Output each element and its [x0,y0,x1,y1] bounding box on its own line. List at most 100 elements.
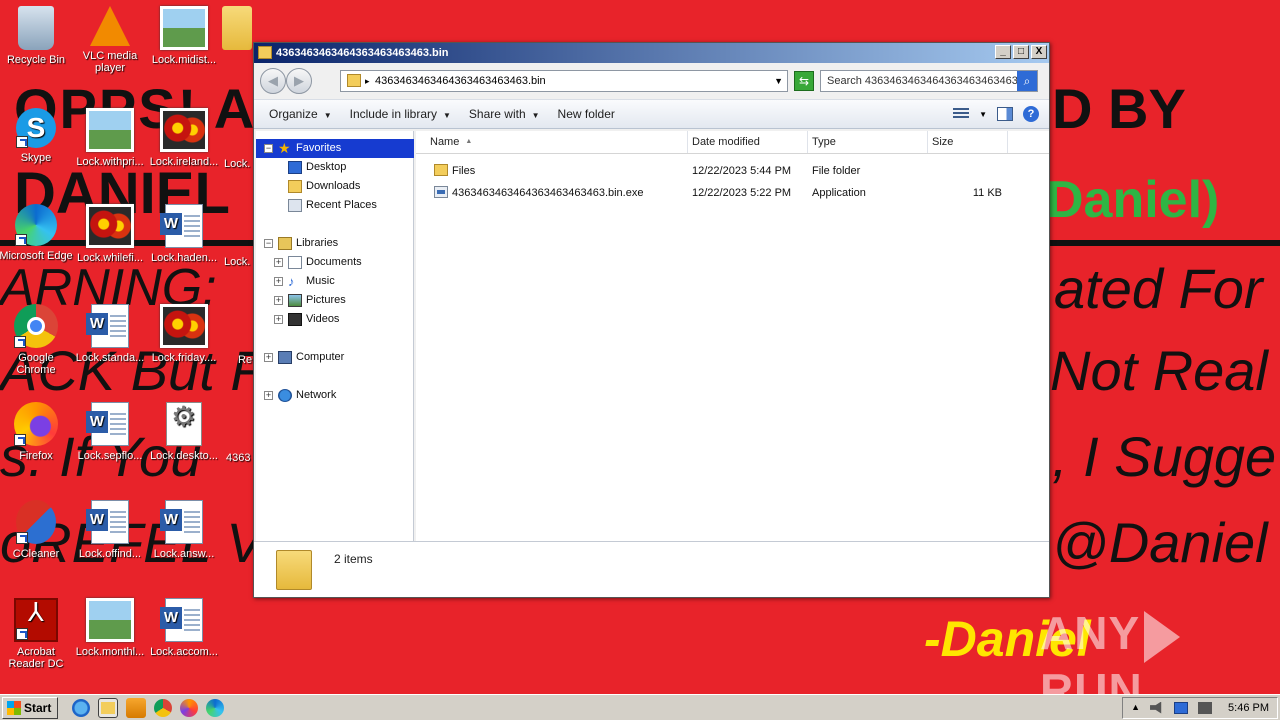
tree-label: Libraries [296,237,339,249]
desktop-icon-file[interactable]: Lock.haden... [146,204,222,264]
tree-item-computer[interactable]: + Computer [256,348,414,367]
window-body: − ★ Favorites Desktop Downloads Recent P… [254,131,1049,545]
desktop-icon-file[interactable]: Lock.deskto... [146,402,222,462]
file-row[interactable]: Files 12/22/2023 5:44 PM File folder [416,160,1049,182]
shortcut-arrow-icon [16,628,28,640]
desktop-icon-chrome[interactable]: Google Chrome [0,304,74,376]
tree-item-network[interactable]: + Network [256,386,414,405]
column-header-type[interactable]: Type [808,131,928,153]
desktop-icon-partial[interactable]: 4363 [226,452,254,464]
column-header-name[interactable]: Name ▲ [416,131,688,153]
desktop-icon-label: Lock.monthl... [75,646,145,658]
tree-item-music[interactable]: + ♪ Music [256,272,414,291]
tree-item-desktop[interactable]: Desktop [256,158,414,177]
desktop-icon-file[interactable]: Lock.offind... [72,500,148,560]
desktop-icon-partial[interactable]: Re [238,354,254,366]
chrome-icon [14,304,58,348]
expand-icon[interactable]: + [274,296,283,305]
search-icon[interactable]: ⌕ [1017,71,1037,91]
tree-item-documents[interactable]: + Documents [256,253,414,272]
tree-label: Desktop [306,161,347,173]
address-bar[interactable]: ▸ 4363463463464363463463463.bin ▼ [340,70,788,92]
desktop-icon-ccleaner[interactable]: CCleaner [0,500,74,560]
media-player-icon[interactable] [126,697,147,718]
file-type: Application [812,187,866,199]
volume-icon[interactable] [1150,701,1162,714]
desktop-icon-acrobat[interactable]: Acrobat Reader DC [0,598,74,670]
clock[interactable]: 5:46 PM [1228,702,1269,714]
expand-icon[interactable]: + [274,277,283,286]
desktop-icon-label: Lock.whilefi... [76,252,144,264]
forward-button[interactable]: ▶ [286,68,312,94]
taskbar: Start ▲ 5:46 PM [0,694,1280,720]
desktop-icon-file[interactable]: Lock.ireland... [146,108,222,168]
firefox-icon[interactable] [180,698,199,717]
collapse-icon[interactable]: − [264,239,273,248]
column-header-size[interactable]: Size [928,131,1008,153]
desktop-icon-file[interactable]: Lock.answ... [146,500,222,560]
desktop-icon-file[interactable]: Lock.withpri... [72,108,148,168]
network-status-icon[interactable] [1174,701,1189,714]
desktop-icon-file[interactable]: Lock.whilefi... [72,204,148,264]
share-with-button[interactable]: Share with ▼ [460,107,549,121]
file-name: Files [452,165,476,177]
desktop-icon-file[interactable]: Lock.friday.... [146,304,222,364]
tree-item-pictures[interactable]: + Pictures [256,291,414,310]
column-label: Name [430,136,460,148]
desktop-icon-partial[interactable]: Lock. [224,158,254,170]
new-folder-button[interactable]: New folder [549,107,624,121]
system-tray: ▲ 5:46 PM [1122,696,1278,719]
taskbar-explorer-button[interactable] [98,697,119,718]
desktop-icon-label: Lock.sepflo... [77,450,143,462]
tree-item-recent-places[interactable]: Recent Places [256,196,414,215]
desktop-icon-partial[interactable]: Lock. [224,256,254,268]
expand-icon[interactable]: + [274,315,283,324]
window-titlebar[interactable]: 4363463463464363463463463.bin _ □ X [254,43,1049,63]
edge-icon[interactable] [206,698,225,717]
tree-item-favorites[interactable]: − ★ Favorites [256,139,414,158]
expand-icon[interactable]: + [274,258,283,267]
desktop-icon-file[interactable]: Lock.accom... [146,598,222,658]
action-center-icon[interactable] [1198,701,1213,714]
internet-explorer-icon[interactable] [72,698,91,717]
include-in-library-button[interactable]: Include in library ▼ [341,107,460,121]
image-file-icon [160,304,208,348]
tree-item-downloads[interactable]: Downloads [256,177,414,196]
refresh-button[interactable]: ⇆ [794,71,814,91]
search-input[interactable]: Search 4363463463464363463463463... ⌕ [820,70,1038,92]
organize-button[interactable]: Organize ▼ [260,107,341,121]
chevron-up-icon[interactable]: ▲ [1131,702,1140,714]
close-button[interactable]: X [1031,45,1047,59]
desktop-icon-file[interactable]: Lock.standa... [72,304,148,364]
acrobat-icon [14,598,58,642]
desktop-icon-skype[interactable]: S Skype [0,108,74,164]
maximize-button[interactable]: □ [1013,45,1029,59]
collapse-icon[interactable]: − [264,144,273,153]
desktop-icon-folder-partial[interactable] [220,6,254,54]
tree-item-libraries[interactable]: − Libraries [256,234,414,253]
desktop-icon-file[interactable]: Lock.sepflo... [72,402,148,462]
tree-item-videos[interactable]: + Videos [256,310,414,329]
desktop-icon-file[interactable]: Lock.midist... [146,6,222,66]
start-button[interactable]: Start [2,696,59,719]
desktop-icon-recycle-bin[interactable]: Recycle Bin [0,6,74,66]
star-icon: ★ [278,140,291,156]
desktop-icon [288,161,302,174]
change-view-icon[interactable] [953,108,970,120]
help-icon[interactable]: ? [1023,106,1039,122]
minimize-button[interactable]: _ [995,45,1011,59]
expand-icon[interactable]: + [264,391,273,400]
column-header-date[interactable]: Date modified [688,131,808,153]
desktop-icon-file[interactable]: Lock.monthl... [72,598,148,658]
chevron-down-icon[interactable]: ▼ [774,71,783,91]
chevron-down-icon[interactable]: ▼ [979,110,987,119]
back-button[interactable]: ◀ [260,68,286,94]
tree-label: Network [296,389,337,401]
desktop-icon-vlc[interactable]: VLC media player [72,6,148,74]
expand-icon[interactable]: + [264,353,273,362]
desktop-icon-edge[interactable]: Microsoft Edge [0,204,74,262]
desktop-icon-firefox[interactable]: Firefox [0,402,74,462]
file-row[interactable]: 4363463463464363463463463.bin.exe 12/22/… [416,182,1049,204]
chrome-icon[interactable] [154,698,173,717]
preview-pane-icon[interactable] [997,107,1013,121]
